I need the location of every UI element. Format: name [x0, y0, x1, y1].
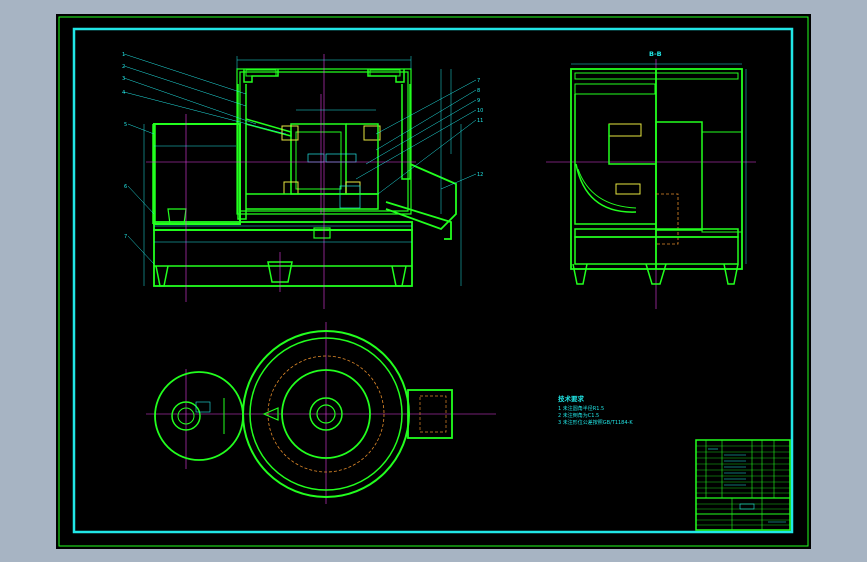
tech-req-line: 2 未注倒角为C1.5 [558, 412, 599, 419]
part-number: 8 [477, 88, 480, 94]
top-view[interactable] [146, 322, 496, 504]
part-number: 4 [122, 90, 125, 96]
part-number: 10 [477, 108, 483, 114]
part-number: 12 [477, 172, 483, 178]
part-number: 2 [122, 64, 125, 70]
side-view-label: B-B [649, 50, 662, 58]
tech-req-line: 1 未注圆角半径R1.5 [558, 405, 604, 412]
part-number: 3 [122, 76, 125, 82]
part-number: 9 [477, 98, 480, 104]
side-view[interactable]: B-B [546, 50, 756, 309]
part-numbers-left: 1 2 3 4 5 6 7 [122, 52, 127, 240]
drawing-sheet[interactable]: 1 2 3 4 5 6 7 7 8 9 10 11 12 B-B 技术要求 1 … [56, 14, 811, 549]
part-number: 1 [122, 52, 125, 58]
tech-req-line: 3 未注形位公差按照GB/T1184-K [558, 419, 633, 426]
part-number: 6 [124, 184, 127, 190]
part-number: 5 [124, 122, 127, 128]
feed-box [153, 123, 241, 225]
cad-drawing: 1 2 3 4 5 6 7 7 8 9 10 11 12 B-B 技术要求 1 … [58, 16, 809, 547]
part-numbers-right: 7 8 9 10 11 12 [477, 78, 483, 178]
part-number: 7 [124, 234, 127, 240]
part-number: 7 [477, 78, 480, 84]
technical-requirements: 技术要求 1 未注圆角半径R1.5 2 未注倒角为C1.5 3 未注形位公差按照… [558, 394, 633, 426]
part-number: 11 [477, 118, 483, 124]
title-block[interactable] [695, 439, 791, 531]
front-view[interactable] [123, 53, 477, 309]
tech-req-title: 技术要求 [558, 394, 585, 403]
